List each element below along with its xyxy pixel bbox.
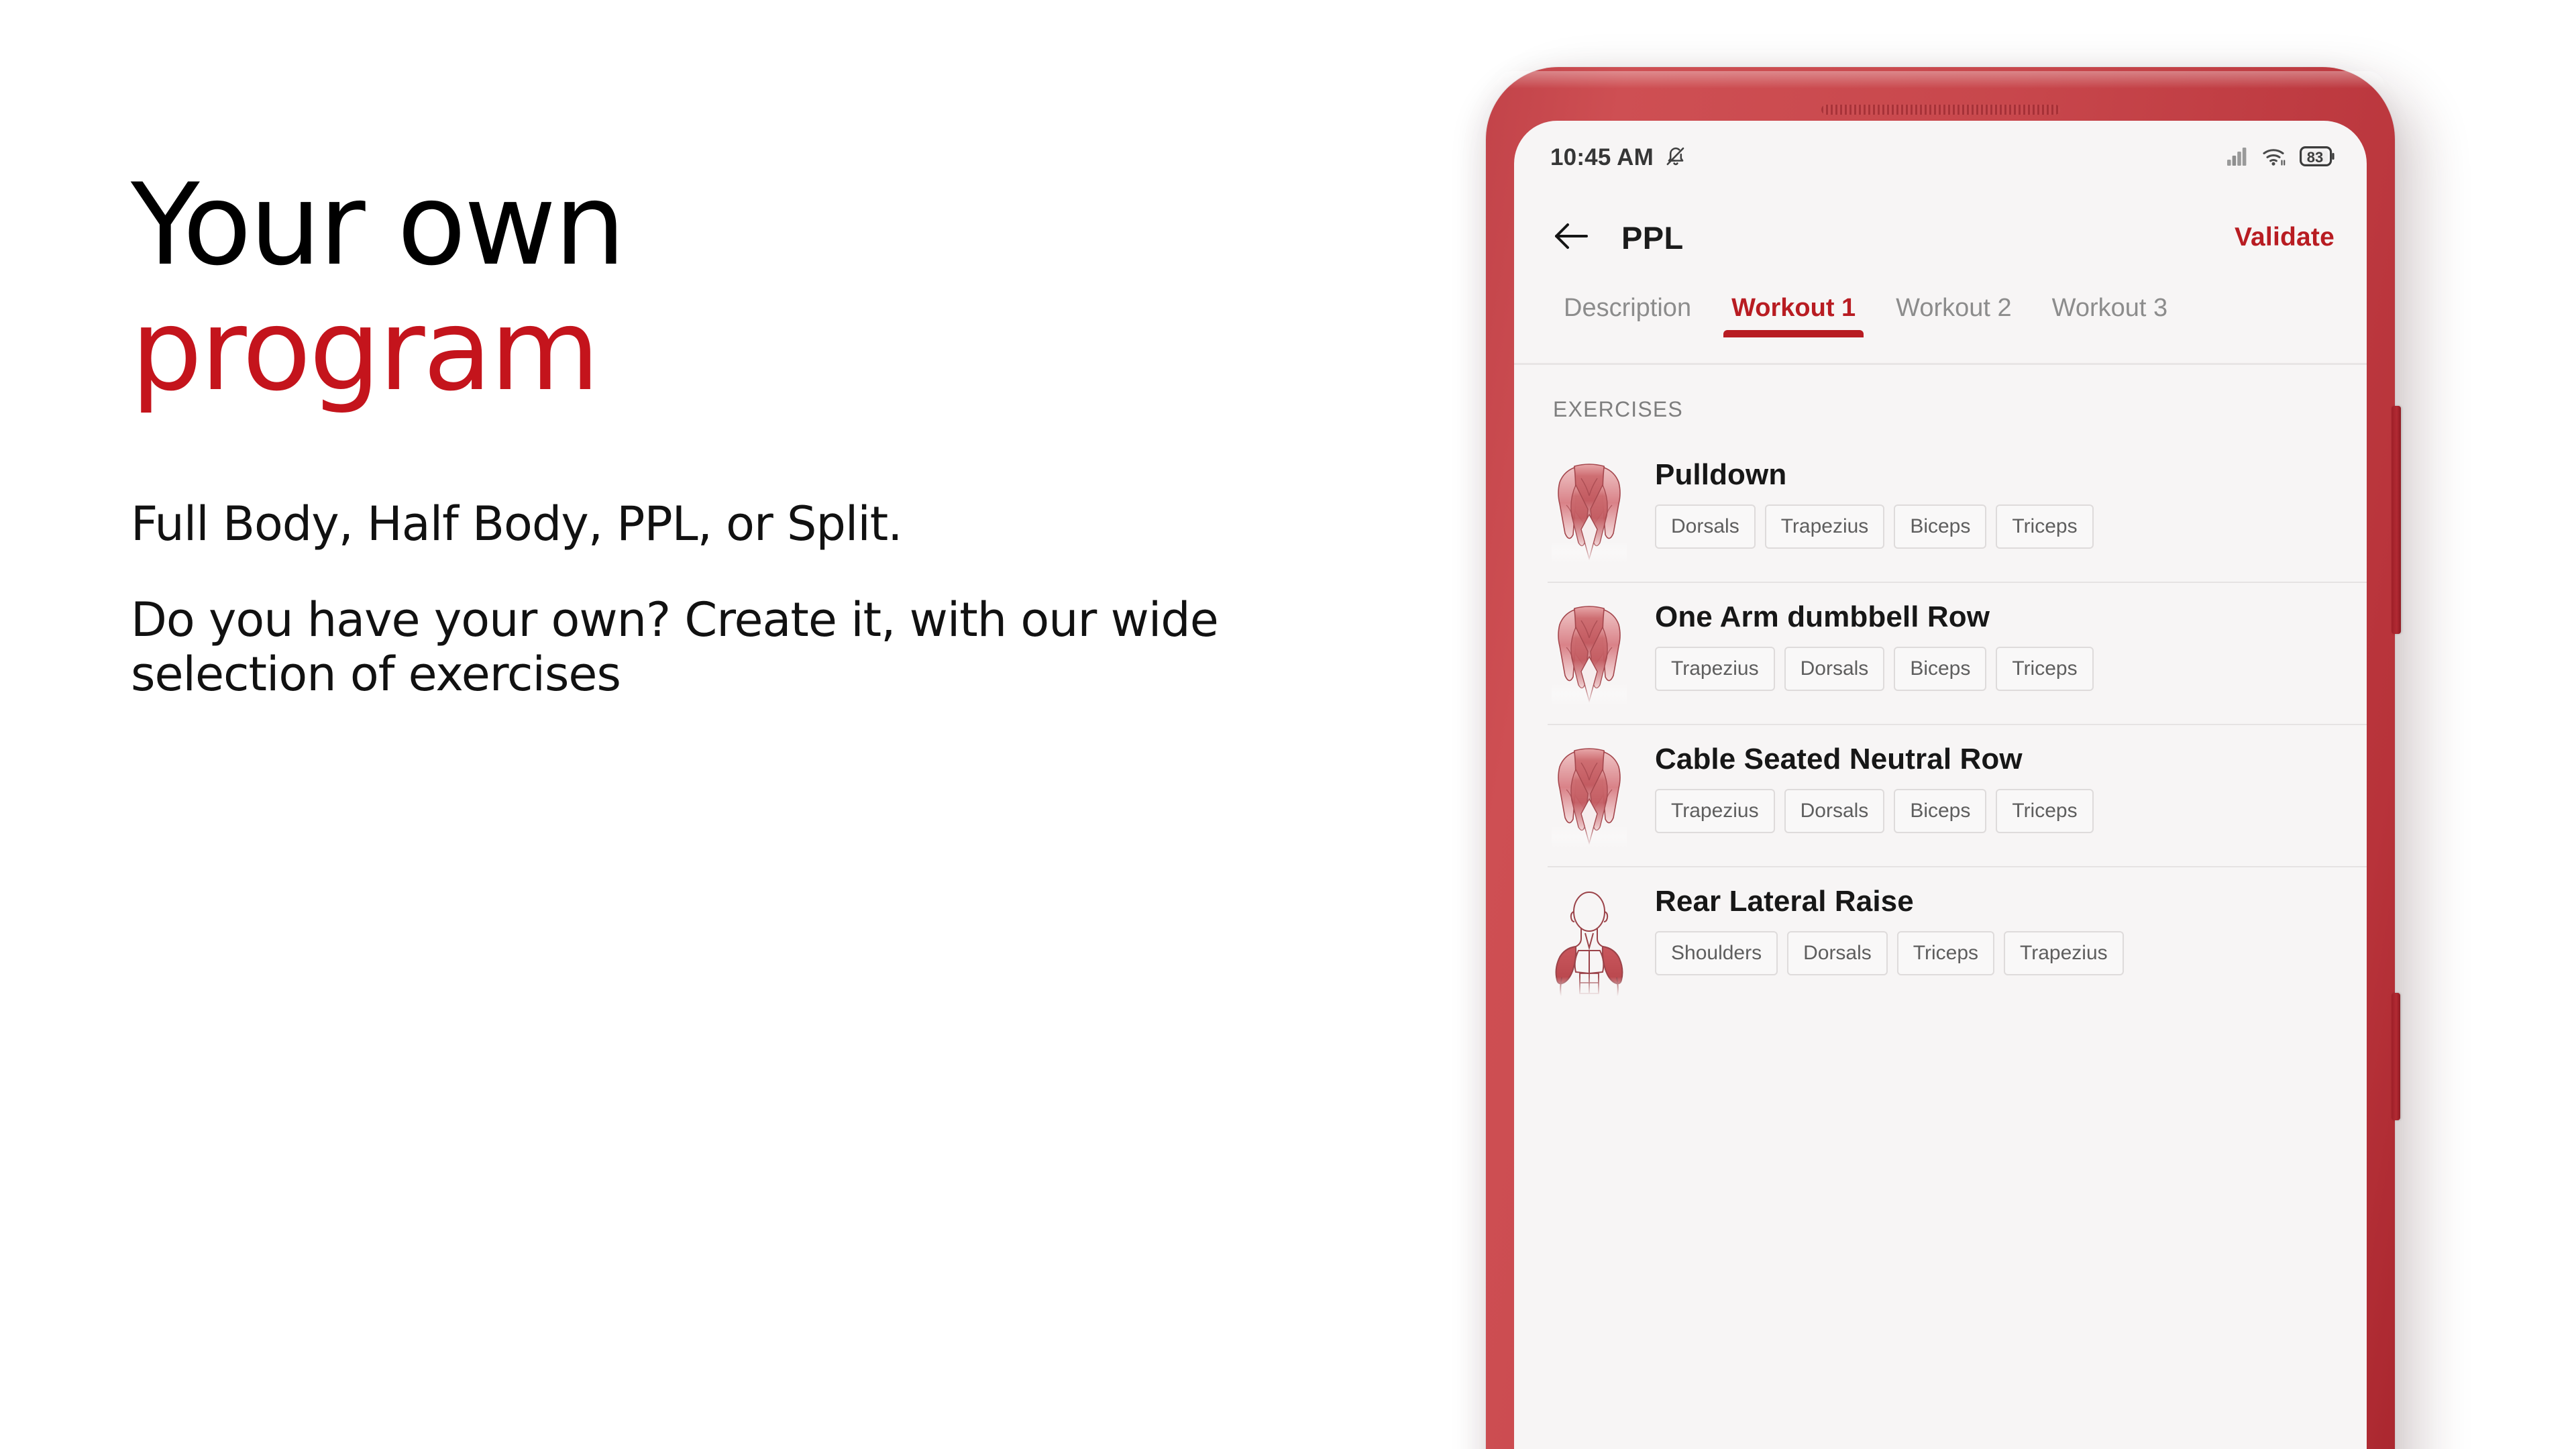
muscle-chip-group: Trapezius Dorsals Biceps Triceps <box>1655 647 2340 692</box>
muscle-chip[interactable]: Trapezius <box>1655 647 1775 692</box>
headline-line-2: program <box>131 284 600 417</box>
battery-icon: 83 <box>2300 146 2334 170</box>
muscle-chip[interactable]: Biceps <box>1894 504 1987 549</box>
muscle-chip-group: Trapezius Dorsals Biceps Triceps <box>1655 789 2340 834</box>
exercise-row[interactable]: Cable Seated Neutral Row Trapezius Dorsa… <box>1514 724 2367 866</box>
status-time: 10:45 AM <box>1550 144 1654 170</box>
slide-canvas: Your own program Full Body, Half Body, P… <box>0 0 2576 1449</box>
bell-slash-icon <box>1664 145 1687 171</box>
muscle-chip[interactable]: Dorsals <box>1655 504 1756 549</box>
battery-level-text: 83 <box>2306 149 2324 166</box>
muscle-chip[interactable]: Biceps <box>1894 789 1987 834</box>
power-button[interactable] <box>2392 406 2401 634</box>
exercise-name: Pulldown <box>1655 458 1787 491</box>
muscle-chip[interactable]: Dorsals <box>1784 647 1885 692</box>
muscle-chip[interactable]: Shoulders <box>1655 931 1778 976</box>
tab-description[interactable]: Description <box>1544 280 1711 323</box>
exercise-name: Rear Lateral Raise <box>1655 885 1914 918</box>
exercise-name: One Arm dumbbell Row <box>1655 600 1990 633</box>
exercise-details: Pulldown Dorsals Trapezius Biceps Tricep… <box>1631 458 2340 549</box>
marketing-body: Full Body, Half Body, PPL, or Split. Do … <box>131 496 1405 702</box>
exercise-details: One Arm dumbbell Row Trapezius Dorsals B… <box>1631 600 2340 692</box>
app-bar: PPL Validate <box>1514 195 2367 280</box>
muscle-chip[interactable]: Triceps <box>1996 647 2094 692</box>
muscle-chip[interactable]: Trapezius <box>1764 504 1885 549</box>
status-bar-right: 83 <box>2227 146 2334 170</box>
status-bar: 10:45 AM 83 <box>1514 121 2367 195</box>
volume-button[interactable] <box>2392 993 2400 1120</box>
phone-screen: 10:45 AM 83 PPL Validate Description Wor… <box>1514 121 2367 1449</box>
marketing-copy: Your own program Full Body, Half Body, P… <box>131 159 1405 702</box>
marketing-paragraph-1: Full Body, Half Body, PPL, or Split. <box>131 496 903 551</box>
exercise-list: Pulldown Dorsals Trapezius Biceps Tricep… <box>1514 439 2367 1015</box>
exercise-name: Cable Seated Neutral Row <box>1655 743 2023 775</box>
tab-workout-3[interactable]: Workout 3 <box>2032 280 2188 323</box>
page-title: Your own program <box>131 159 1405 417</box>
muscle-chip[interactable]: Triceps <box>1996 504 2094 549</box>
muscle-chip[interactable]: Biceps <box>1894 647 1987 692</box>
exercise-row[interactable]: Pulldown Dorsals Trapezius Biceps Tricep… <box>1514 439 2367 582</box>
torso-shoulders-icon <box>1548 885 1631 996</box>
marketing-paragraph-2: Do you have your own? Create it, with ou… <box>131 592 1219 702</box>
back-muscles-icon <box>1548 600 1631 705</box>
headline-line-1: Your own <box>131 159 626 290</box>
exercise-row[interactable]: Rear Lateral Raise Shoulders Dorsals Tri… <box>1514 866 2367 1015</box>
back-arrow-icon <box>1553 221 1591 255</box>
exercise-details: Rear Lateral Raise Shoulders Dorsals Tri… <box>1631 885 2340 976</box>
exercise-details: Cable Seated Neutral Row Trapezius Dorsa… <box>1631 743 2340 834</box>
muscle-chip[interactable]: Dorsals <box>1787 931 1888 976</box>
validate-button[interactable]: Validate <box>2235 223 2334 252</box>
muscle-chip[interactable]: Triceps <box>1896 931 1995 976</box>
exercise-row[interactable]: One Arm dumbbell Row Trapezius Dorsals B… <box>1514 582 2367 724</box>
back-muscles-icon <box>1548 743 1631 847</box>
tab-workout-2[interactable]: Workout 2 <box>1876 280 2031 323</box>
section-label-exercises: EXERCISES <box>1553 397 1683 421</box>
muscle-chip-group: Shoulders Dorsals Triceps Trapezius <box>1655 931 2340 976</box>
cellular-signal-icon <box>2227 147 2250 169</box>
phone-mockup: 10:45 AM 83 PPL Validate Description Wor… <box>1486 67 2401 1449</box>
back-muscles-icon <box>1548 458 1631 563</box>
wifi-icon <box>2262 146 2288 170</box>
muscle-chip[interactable]: Triceps <box>1996 789 2094 834</box>
tab-workout-1[interactable]: Workout 1 <box>1711 280 1876 337</box>
muscle-chip-group: Dorsals Trapezius Biceps Triceps <box>1655 504 2340 549</box>
status-bar-left: 10:45 AM <box>1550 144 1687 171</box>
tab-bar: Description Workout 1 Workout 2 Workout … <box>1514 280 2367 365</box>
muscle-chip[interactable]: Trapezius <box>1655 789 1775 834</box>
earpiece-speaker-icon <box>1821 105 2060 115</box>
back-button[interactable] <box>1548 213 1596 262</box>
page-title: PPL <box>1621 219 1684 256</box>
muscle-chip[interactable]: Dorsals <box>1784 789 1885 834</box>
muscle-chip[interactable]: Trapezius <box>2004 931 2124 976</box>
